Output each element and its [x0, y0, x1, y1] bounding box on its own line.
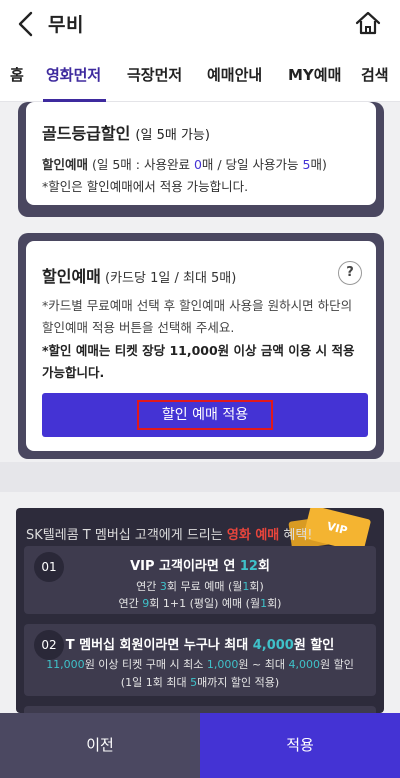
tab-booking-guide[interactable]: 예매안내 — [207, 64, 262, 85]
benefit-card-partial — [24, 706, 376, 713]
discount-condition-text: *할인 예매는 티켓 장당 11,000원 이상 금액 이용 시 적용 가능합니… — [42, 343, 355, 380]
bottom-action-bar: 이전 적용 — [0, 713, 400, 778]
benefit-card-t-membership: 02 T 멤버십 회원이라면 누구나 최대 4,000원 할인 11,000원 … — [24, 624, 376, 696]
discount-booking-card: 할인예매 (카드당 1일 / 최대 5매) ? *카드별 무료예매 선택 후 할… — [26, 241, 376, 451]
scroll-content[interactable]: 골드등급할인 (일 5매 가능) 할인예매 (일 5매 : 사용완료 0매 / … — [0, 102, 400, 713]
gold-discount-title: 골드등급할인 (일 5매 가능) — [42, 124, 210, 143]
discount-apply-button[interactable]: 할인 예매 적용 — [42, 393, 368, 437]
section-divider — [0, 462, 400, 492]
promo-headline: SK텔레콤 T 멤버십 고객에게 드리는 영화 예매 혜택! — [26, 528, 313, 543]
benefit-line: (1일 1회 최대 5매까지 할인 적용) — [120, 676, 280, 689]
tab-movie-first[interactable]: 영화먼저 — [46, 64, 101, 85]
home-icon[interactable] — [354, 9, 382, 37]
discount-info-text: *카드별 무료예매 선택 후 할인예매 사용을 원하시면 하단의 할인예매 적용… — [42, 298, 353, 335]
back-icon[interactable] — [14, 8, 38, 40]
tab-theater-first[interactable]: 극장먼저 — [127, 64, 182, 85]
gold-discount-card: 골드등급할인 (일 5매 가능) 할인예매 (일 5매 : 사용완료 0매 / … — [26, 102, 376, 205]
benefit-card-vip: 01 VIP 고객이라면 연 12회 연간 3회 무료 예매 (월1회) 연간 … — [24, 546, 376, 614]
gold-discount-note: *할인은 할인예매에서 적용 가능합니다. — [42, 179, 249, 194]
top-bar: 무비 — [0, 0, 400, 48]
help-icon[interactable]: ? — [338, 261, 362, 285]
page-title: 무비 — [48, 14, 84, 36]
benefit-line: 11,000원 이상 티켓 구매 시 최소 1,000원 ~ 최대 4,000원… — [46, 658, 354, 671]
tab-home[interactable]: 홈 — [10, 64, 24, 85]
gold-discount-usage: 할인예매 (일 5매 : 사용완료 0매 / 당일 사용가능 5매) — [42, 157, 327, 172]
tab-my-booking[interactable]: MY예매 — [288, 64, 341, 85]
gold-discount-panel: 골드등급할인 (일 5매 가능) 할인예매 (일 5매 : 사용완료 0매 / … — [18, 102, 384, 217]
previous-button[interactable]: 이전 — [0, 713, 200, 778]
benefit-line: 연간 3회 무료 예매 (월1회) — [136, 580, 264, 593]
discount-booking-title: 할인예매 (카드당 1일 / 최대 5매) — [42, 267, 237, 286]
benefit-title: VIP 고객이라면 연 12회 — [130, 559, 270, 574]
apply-button[interactable]: 적용 — [200, 713, 400, 778]
tab-bar: 홈 영화먼저 극장먼저 예매안내 MY예매 검색 — [0, 48, 400, 102]
discount-booking-panel: 할인예매 (카드당 1일 / 최대 5매) ? *카드별 무료예매 선택 후 할… — [18, 233, 384, 459]
benefit-title: T 멤버십 회원이라면 누구나 최대 4,000원 할인 — [65, 638, 335, 653]
discount-apply-label: 할인 예매 적용 — [137, 400, 273, 430]
membership-promo-banner[interactable]: VIP SK텔레콤 T 멤버십 고객에게 드리는 영화 예매 혜택! 01 VI… — [16, 508, 384, 713]
benefit-line: 연간 9회 1+1 (평일) 예매 (월1회) — [118, 597, 282, 610]
tab-search[interactable]: 검색 — [361, 64, 389, 85]
